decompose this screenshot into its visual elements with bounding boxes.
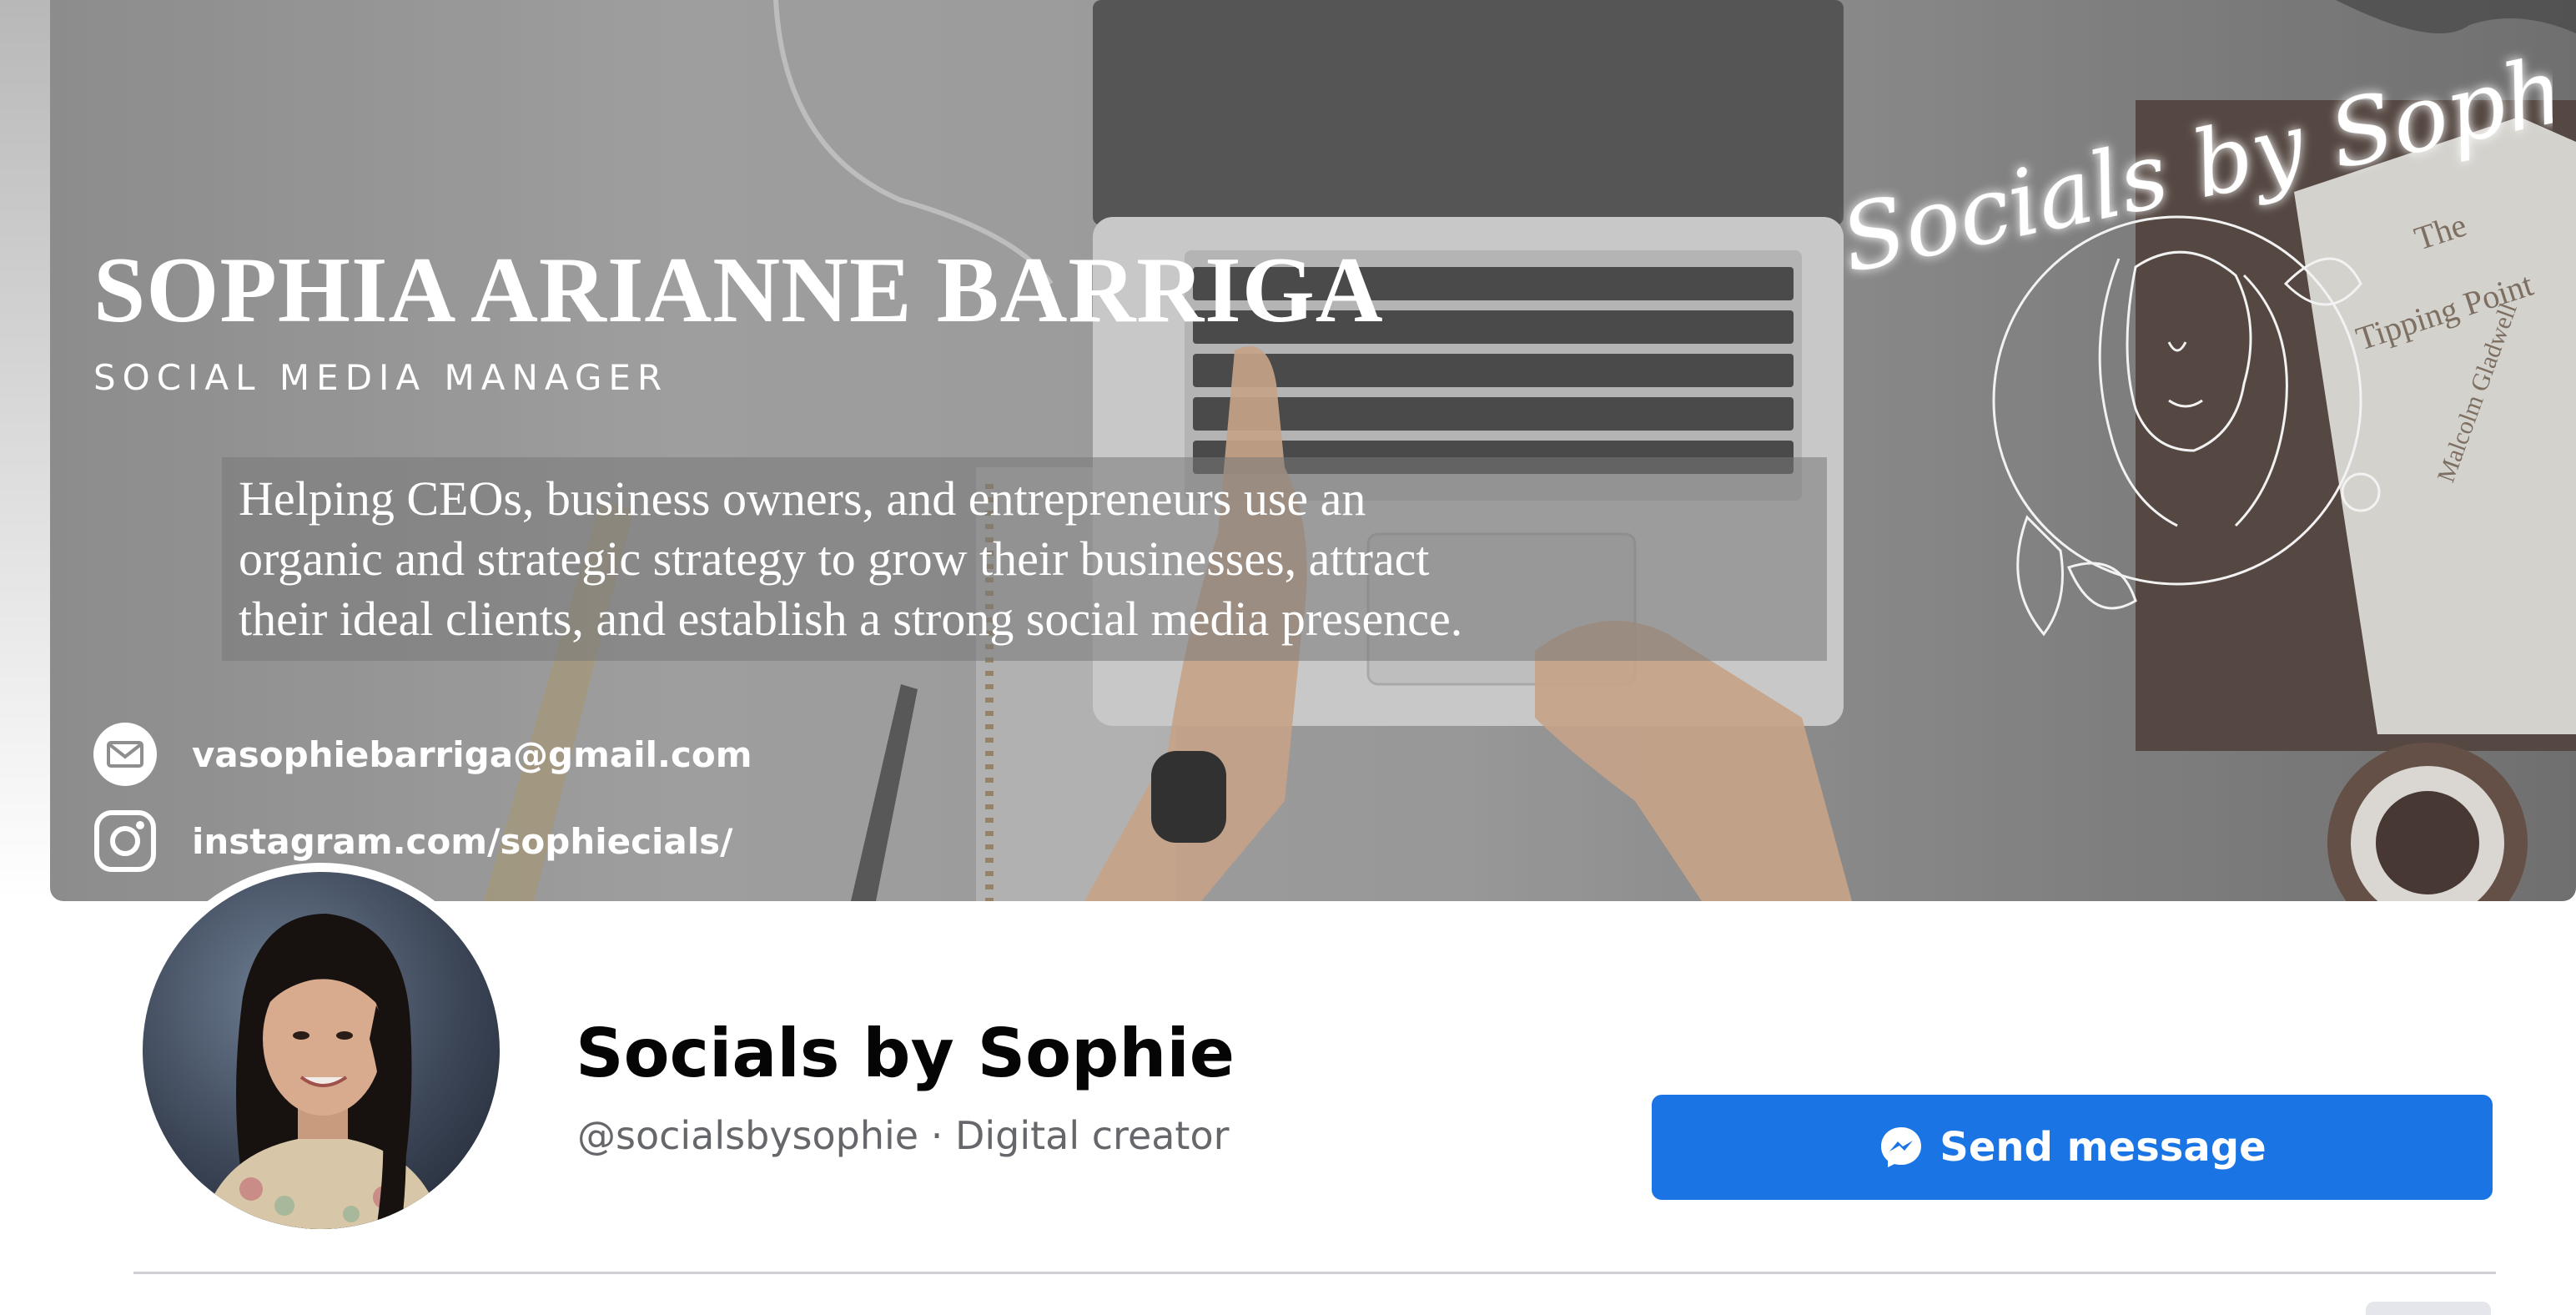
brand-script-logo: Socials by Sophie: [1832, 33, 2553, 284]
page-subtitle: @socialsbysophie · Digital creator: [577, 1113, 1230, 1158]
profile-avatar[interactable]: [133, 863, 509, 1238]
more-options-chip[interactable]: [2366, 1302, 2491, 1315]
contact-instagram-row: instagram.com/sophiecials/: [90, 806, 732, 876]
tagline-line-1: Helping CEOs, business owners, and entre…: [239, 471, 1366, 526]
header-divider: [133, 1272, 2496, 1274]
svg-text:Socials by Sophie: Socials by Sophie: [1832, 33, 2553, 284]
send-message-button[interactable]: Send message: [1652, 1095, 2493, 1200]
facebook-page-header: The Tipping Point Malcolm Gladwell Socia…: [0, 0, 2576, 1315]
tagline-line-3: their ideal clients, and establish a str…: [239, 592, 1463, 646]
cover-photo[interactable]: The Tipping Point Malcolm Gladwell Socia…: [50, 0, 2576, 901]
contact-email: vasophiebarriga@gmail.com: [192, 733, 752, 775]
cover-role: SOCIAL MEDIA MANAGER: [93, 357, 669, 398]
contact-email-row: vasophiebarriga@gmail.com: [90, 719, 752, 789]
instagram-icon: [90, 806, 160, 876]
tagline-line-2: organic and strategic strategy to grow t…: [239, 532, 1430, 586]
cover-name: SOPHIA ARIANNE BARRIGA: [93, 239, 1384, 342]
avatar-photo: [143, 872, 500, 1229]
send-message-label: Send message: [1940, 1124, 2267, 1171]
page-title: Socials by Sophie: [576, 1015, 1235, 1092]
left-edge-fade: [0, 0, 50, 901]
messenger-icon: [1878, 1124, 1924, 1171]
contact-instagram: instagram.com/sophiecials/: [192, 820, 733, 862]
cover-tagline: Helping CEOs, business owners, and entre…: [239, 469, 1824, 649]
mail-icon: [90, 719, 160, 789]
